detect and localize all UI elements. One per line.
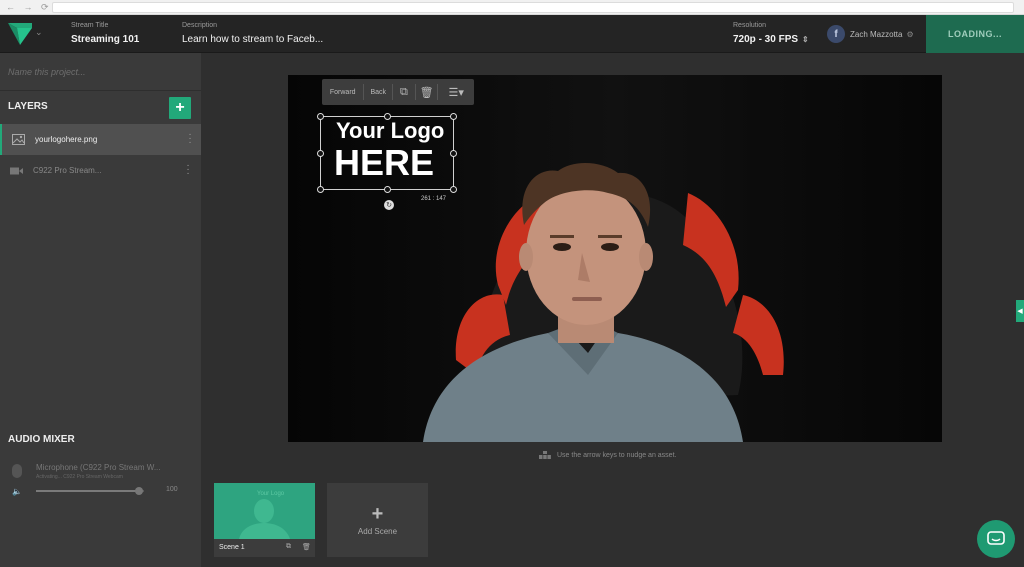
account-menu[interactable]: f Zach Mazzotta ⚙ [827, 25, 914, 43]
image-icon [11, 134, 25, 145]
description-field[interactable]: Description Learn how to stream to Faceb… [182, 22, 323, 45]
gear-icon[interactable]: ⚙ [906, 30, 913, 39]
bring-forward-button[interactable]: Forward [322, 79, 363, 105]
layer-name: yourlogohere.png [35, 135, 98, 144]
chat-support-button[interactable] [977, 520, 1015, 558]
layer-name: C922 Pro Stream... [33, 166, 102, 175]
resize-handle[interactable] [317, 186, 324, 193]
volume-value: 100 [166, 486, 178, 493]
resize-handle[interactable] [317, 150, 324, 157]
app-header: ⌄ Stream Title Streaming 101 Description… [0, 15, 1024, 53]
add-layer-button[interactable]: + [169, 97, 191, 119]
audio-source-status: Activating... C922 Pro Stream Webcam [36, 474, 123, 480]
scene-thumbnail[interactable]: Your Logo [214, 483, 315, 539]
volume-fill [36, 490, 139, 492]
selection-box[interactable] [317, 113, 457, 193]
chat-icon [987, 531, 1005, 545]
layer-toolbar: Forward Back ⧉ 🗑 ☰▾ [322, 79, 474, 105]
resize-handle[interactable] [450, 186, 457, 193]
chevron-down-icon[interactable]: ⌄ [35, 27, 43, 38]
add-scene-button[interactable]: + Add Scene [327, 483, 428, 557]
resize-handle[interactable] [384, 186, 391, 193]
more-vertical-icon[interactable]: · · · [188, 130, 192, 148]
audio-mixer-heading: AUDIO MIXER [8, 434, 75, 445]
browser-toolbar: ← → ⟳ [0, 0, 1024, 15]
dimensions-readout: 261 : 147 [421, 196, 447, 202]
rotate-icon[interactable]: ↻ [384, 200, 394, 210]
editor-canvas-area: Forward Back ⧉ 🗑 ☰▾ Your Logo HERE ↻ 261… [201, 53, 1024, 567]
account-name: Zach Mazzotta [850, 29, 903, 39]
project-name-input[interactable]: Name this project... [0, 53, 201, 91]
app-logo-icon[interactable] [8, 23, 32, 45]
audio-source-name: Microphone (C922 Pro Stream W... [36, 463, 161, 472]
sidebar: Name this project... LAYERS + yourlogohe… [0, 53, 201, 567]
trash-icon[interactable]: 🗑 [302, 543, 311, 551]
layer-item[interactable]: C922 Pro Stream... · · · [0, 155, 201, 186]
microphone-icon [12, 464, 22, 478]
plus-icon: + [371, 503, 384, 525]
duplicate-icon[interactable]: ⧉ [286, 543, 291, 551]
nudge-hint: Use the arrow keys to nudge an asset. [539, 451, 676, 459]
more-vertical-icon[interactable]: · · · [186, 161, 190, 179]
add-scene-label: Add Scene [357, 527, 398, 536]
description-value[interactable]: Learn how to stream to Faceb... [182, 34, 323, 45]
resolution-select[interactable]: Resolution 720p - 30 FPS ⇕ [733, 22, 809, 45]
resolution-label: Resolution [733, 22, 767, 29]
duplicate-icon[interactable]: ⧉ [393, 79, 415, 105]
arrow-keys-icon [539, 451, 551, 459]
scene-name: Scene 1 [219, 544, 245, 551]
volume-slider[interactable] [36, 487, 144, 495]
volume-knob[interactable] [134, 487, 143, 495]
address-bar[interactable] [52, 2, 1014, 13]
nudge-hint-text: Use the arrow keys to nudge an asset. [557, 451, 677, 459]
resolution-value[interactable]: 720p - 30 FPS [733, 34, 798, 45]
send-back-button[interactable]: Back [364, 79, 392, 105]
description-label: Description [182, 22, 218, 29]
stream-title-label: Stream Title [71, 22, 109, 29]
sliders-icon[interactable]: ☰▾ [438, 79, 474, 105]
resize-handle[interactable] [317, 113, 324, 120]
go-live-button[interactable]: LOADING... [926, 15, 1024, 53]
scene-card[interactable]: Your Logo Scene 1 ⧉ 🗑 [214, 483, 315, 557]
facebook-icon: f [827, 25, 845, 43]
stream-title-value[interactable]: Streaming 101 [71, 34, 139, 45]
layer-item[interactable]: yourlogohere.png · · · [0, 124, 201, 155]
sort-arrows-icon[interactable]: ⇕ [802, 35, 809, 44]
trash-icon[interactable]: 🗑 [416, 79, 438, 105]
stream-title-field[interactable]: Stream Title Streaming 101 [71, 22, 139, 45]
camera-icon [9, 165, 23, 176]
resize-handle[interactable] [384, 113, 391, 120]
svg-text:Your Logo: Your Logo [257, 491, 285, 497]
layers-heading: LAYERS [8, 101, 48, 112]
resize-handle[interactable] [450, 150, 457, 157]
resize-handle[interactable] [450, 113, 457, 120]
chevron-left-icon[interactable]: ◀ [1016, 300, 1024, 322]
browser-nav-buttons[interactable]: ← → ⟳ [6, 2, 52, 13]
speaker-icon[interactable]: 🔈 [12, 487, 22, 496]
